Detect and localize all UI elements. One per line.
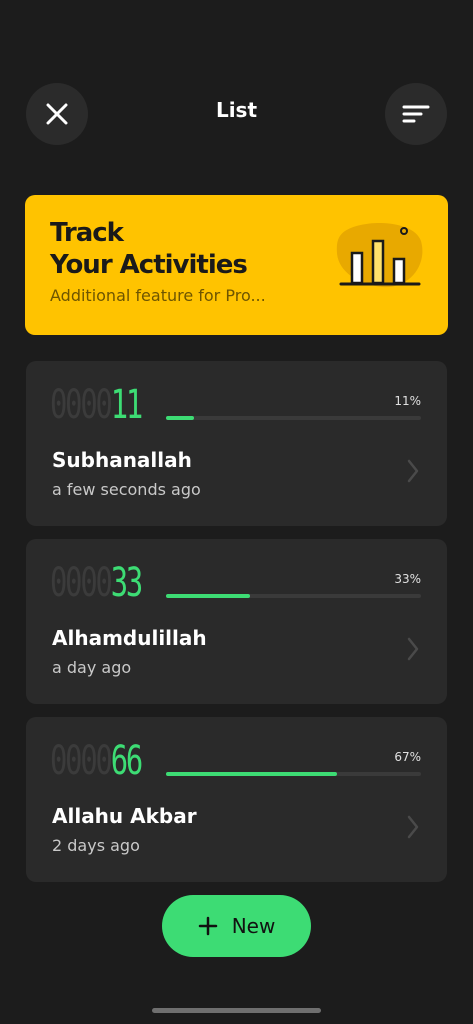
- chevron-right-icon: [407, 637, 419, 661]
- progress-percent: 33%: [394, 572, 421, 586]
- progress-percent: 11%: [394, 394, 421, 408]
- progress-fill: [166, 416, 195, 420]
- progress-track: [166, 594, 421, 598]
- list-item[interactable]: 000033 33% Alhamdulillah a day ago: [26, 539, 447, 704]
- item-time: a few seconds ago: [52, 480, 201, 499]
- chevron-right-icon: [407, 815, 419, 839]
- promo-subtitle: Additional feature for Pro...: [50, 286, 266, 305]
- counter-value: 66: [110, 738, 144, 784]
- chevron-right-icon: [407, 459, 419, 483]
- progress-fill: [166, 772, 337, 776]
- promo-title: Track Your Activities: [50, 217, 248, 281]
- counter-display: 000033: [50, 560, 144, 606]
- item-time: a day ago: [52, 658, 132, 677]
- plus-icon: [198, 916, 217, 936]
- new-button[interactable]: New: [162, 895, 311, 957]
- new-button-label: New: [231, 914, 276, 938]
- progress-track: [166, 416, 421, 420]
- promo-title-line1: Track: [50, 218, 124, 248]
- counter-leading-zeros: 0000: [50, 382, 113, 428]
- counter-value: 33: [110, 560, 144, 606]
- progress-track: [166, 772, 421, 776]
- promo-title-line2: Your Activities: [50, 250, 248, 280]
- progress-percent: 67%: [394, 750, 421, 764]
- item-time: 2 days ago: [52, 836, 140, 855]
- bar-chart-icon: [336, 222, 423, 288]
- progress-fill: [166, 594, 251, 598]
- item-name: Subhanallah: [52, 448, 192, 472]
- sort-button[interactable]: [385, 83, 447, 145]
- sort-icon: [402, 105, 430, 123]
- counter-leading-zeros: 0000: [50, 560, 113, 606]
- pro-feature-banner[interactable]: Track Your Activities Additional feature…: [25, 195, 448, 335]
- counter-display: 000066: [50, 738, 144, 784]
- counter-value: 11: [110, 382, 144, 428]
- list-item[interactable]: 000066 67% Allahu Akbar 2 days ago: [26, 717, 447, 882]
- counter-leading-zeros: 0000: [50, 738, 113, 784]
- item-name: Allahu Akbar: [52, 804, 197, 828]
- counter-display: 000011: [50, 382, 144, 428]
- item-name: Alhamdulillah: [52, 626, 207, 650]
- home-indicator[interactable]: [152, 1008, 321, 1013]
- screen: List Track Your Activities Additional fe…: [0, 0, 473, 1024]
- list-item[interactable]: 000011 11% Subhanallah a few seconds ago: [26, 361, 447, 526]
